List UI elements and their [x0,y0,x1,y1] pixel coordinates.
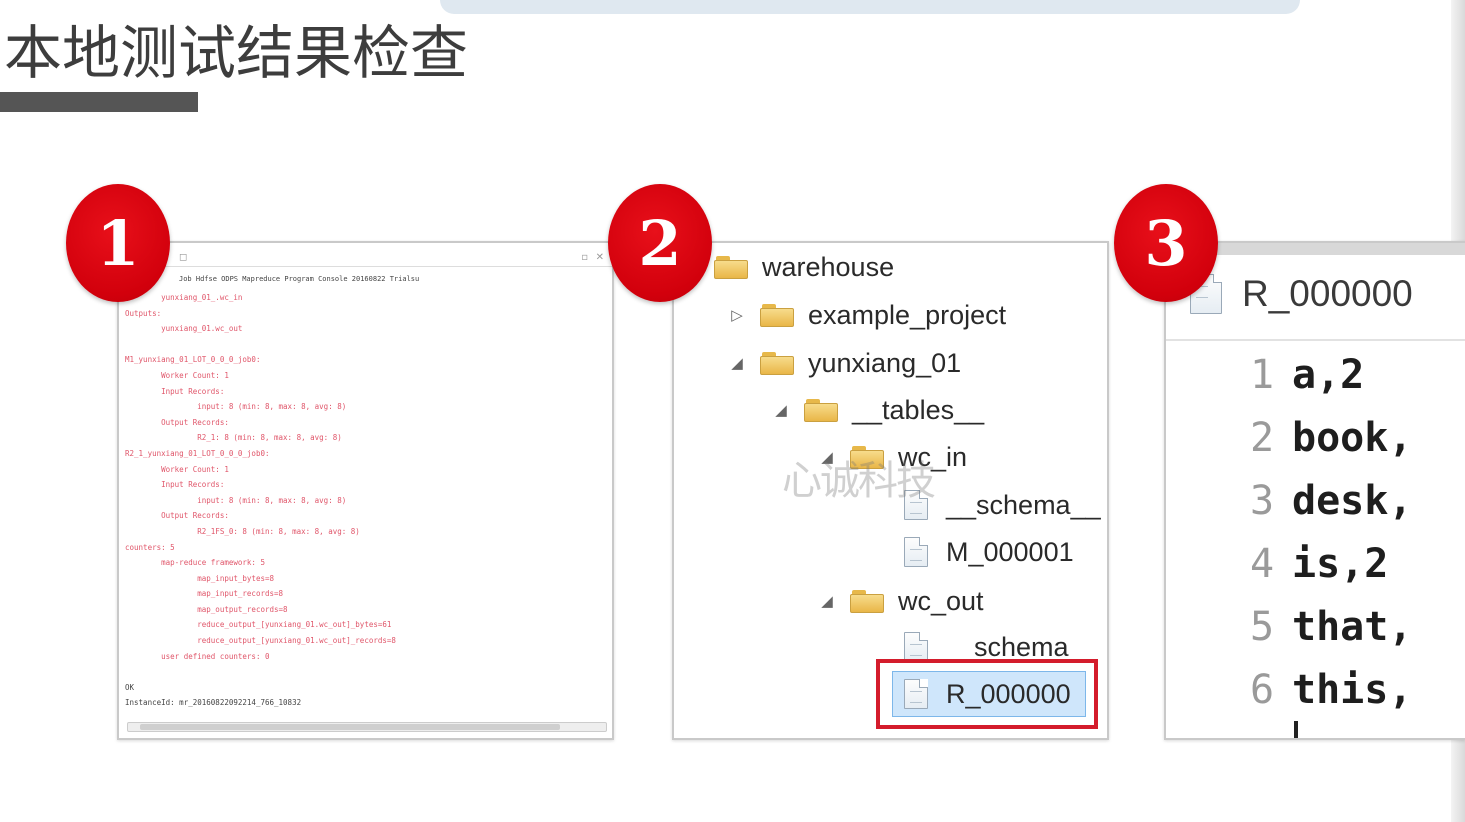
console-line: map_input_bytes=8 [125,573,275,583]
line-text: desk, [1292,478,1413,524]
folder-icon [804,398,838,422]
code-line: 3 desk, [1250,469,1412,533]
tab-divider [1166,339,1465,341]
minimize-icon[interactable]: ▫ [581,252,588,263]
console-line: map_input_records=8 [125,589,284,599]
file-editor-panel: R_000000 1 a,2 2 book, 3 desk, 4 is,2 5 that, 6 thi… [1164,241,1465,740]
console-line: R2_1FS_0: 8 (min: 8, max: 8, avg: 8) [125,526,360,536]
console-line: map_output_records=8 [125,604,288,614]
console-line: user defined counters: 0 [125,651,270,661]
console-line: map-reduce framework: 5 [125,558,265,568]
line-number: 3 [1250,478,1275,524]
collapse-arrow-icon[interactable]: ◢ [818,592,836,610]
line-number: 6 [1250,667,1275,713]
line-number: 1 [1250,352,1275,398]
console-line: input: 8 (min: 8, max: 8, avg: 8) [125,402,347,412]
file-icon [904,632,928,662]
console-line: input: 8 (min: 8, max: 8, avg: 8) [125,495,347,505]
expand-arrow-icon[interactable]: ▷ [728,306,746,324]
console-line: Worker Count: 1 [125,370,229,380]
console-line: Worker Count: 1 [125,464,229,474]
line-number: 4 [1250,541,1275,587]
collapse-arrow-icon[interactable]: ◢ [772,401,790,419]
folder-icon [714,255,748,279]
console-line: Input Records: [125,386,225,396]
close-icon[interactable]: ✕ [596,252,604,263]
slide-title: 本地测试结果检查 [4,19,469,87]
console-line: OK [125,682,135,692]
scrollbar-thumb[interactable] [140,724,560,730]
tree-item-m-000001[interactable]: M_000001 [904,532,1074,572]
line-number: 2 [1250,415,1275,461]
horizontal-scrollbar[interactable] [127,722,607,732]
console-line: InstanceId: mr_20160822092214_766_10832 [125,698,302,708]
file-icon [904,537,928,567]
folder-icon [760,351,794,375]
console-tab-icon[interactable]: ◻ [179,252,187,263]
top-decoration [440,0,1300,14]
line-text: that, [1292,604,1413,650]
console-line: Input Records: [125,480,225,490]
console-panel: ◻ ▫ ✕ Job Hdfse ODPS Mapreduce Program C… [117,241,614,740]
console-line: Output Records: [125,511,229,521]
console-line: Outputs: [125,308,162,318]
code-line: 6 this, [1250,658,1412,722]
console-line: counters: 5 [125,542,175,552]
console-titlebar: ◻ ▫ ✕ [119,243,612,267]
console-header: Job Hdfse ODPS Mapreduce Program Console… [179,275,420,283]
step-badge-2: 2 [608,184,712,302]
console-output: yunxiang_01_.wc_in Outputs: yunxiang_01.w… [125,293,605,714]
tree-item-example-project[interactable]: ▷ example_project [728,295,1006,335]
folder-icon [850,589,884,613]
step-badge-3: 3 [1114,184,1218,302]
console-line: reduce_output_[yunxiang_01.wc_out]_bytes… [125,620,392,630]
tree-item-tables[interactable]: ◢ __tables__ [772,390,984,430]
line-text: a,2 [1292,352,1365,398]
folder-icon [760,303,794,327]
console-line: yunxiang_01.wc_out [125,324,243,334]
editor-tab-r-000000[interactable]: R_000000 [1190,273,1413,315]
red-highlight-box [876,659,1098,729]
collapse-arrow-icon[interactable]: ◢ [728,354,746,372]
code-line: 5 that, [1250,595,1412,659]
text-cursor [1294,721,1298,738]
line-text: book, [1292,415,1413,461]
line-number: 5 [1250,604,1275,650]
step-badge-1: 1 [66,184,170,302]
tree-item-yunxiang-01[interactable]: ◢ yunxiang_01 [728,343,961,383]
title-underline [0,92,198,112]
project-tree-panel: warehouse ▷ example_project ◢ yunxiang_0… [672,241,1109,740]
line-text: this, [1292,667,1413,713]
tree-item-warehouse[interactable]: warehouse [714,247,894,287]
console-line: R2_1_yunxiang_01_LOT_0_0_0_job0: [125,448,270,458]
tree-item-wc-out[interactable]: ◢ wc_out [818,581,983,621]
line-text: is,2 [1292,541,1389,587]
code-line: 4 is,2 [1250,532,1388,596]
console-line: reduce_output_[yunxiang_01.wc_out]_recor… [125,636,396,646]
console-line: Output Records: [125,417,229,427]
code-line: 2 book, [1250,406,1412,470]
code-line: 1 a,2 [1250,343,1364,407]
console-line: R2_1: 8 (min: 8, max: 8, avg: 8) [125,433,342,443]
console-line: M1_yunxiang_01_LOT_0_0_0_job0: [125,355,261,365]
watermark: 心诚科技 [782,458,936,504]
console-line: yunxiang_01_.wc_in [125,293,243,302]
